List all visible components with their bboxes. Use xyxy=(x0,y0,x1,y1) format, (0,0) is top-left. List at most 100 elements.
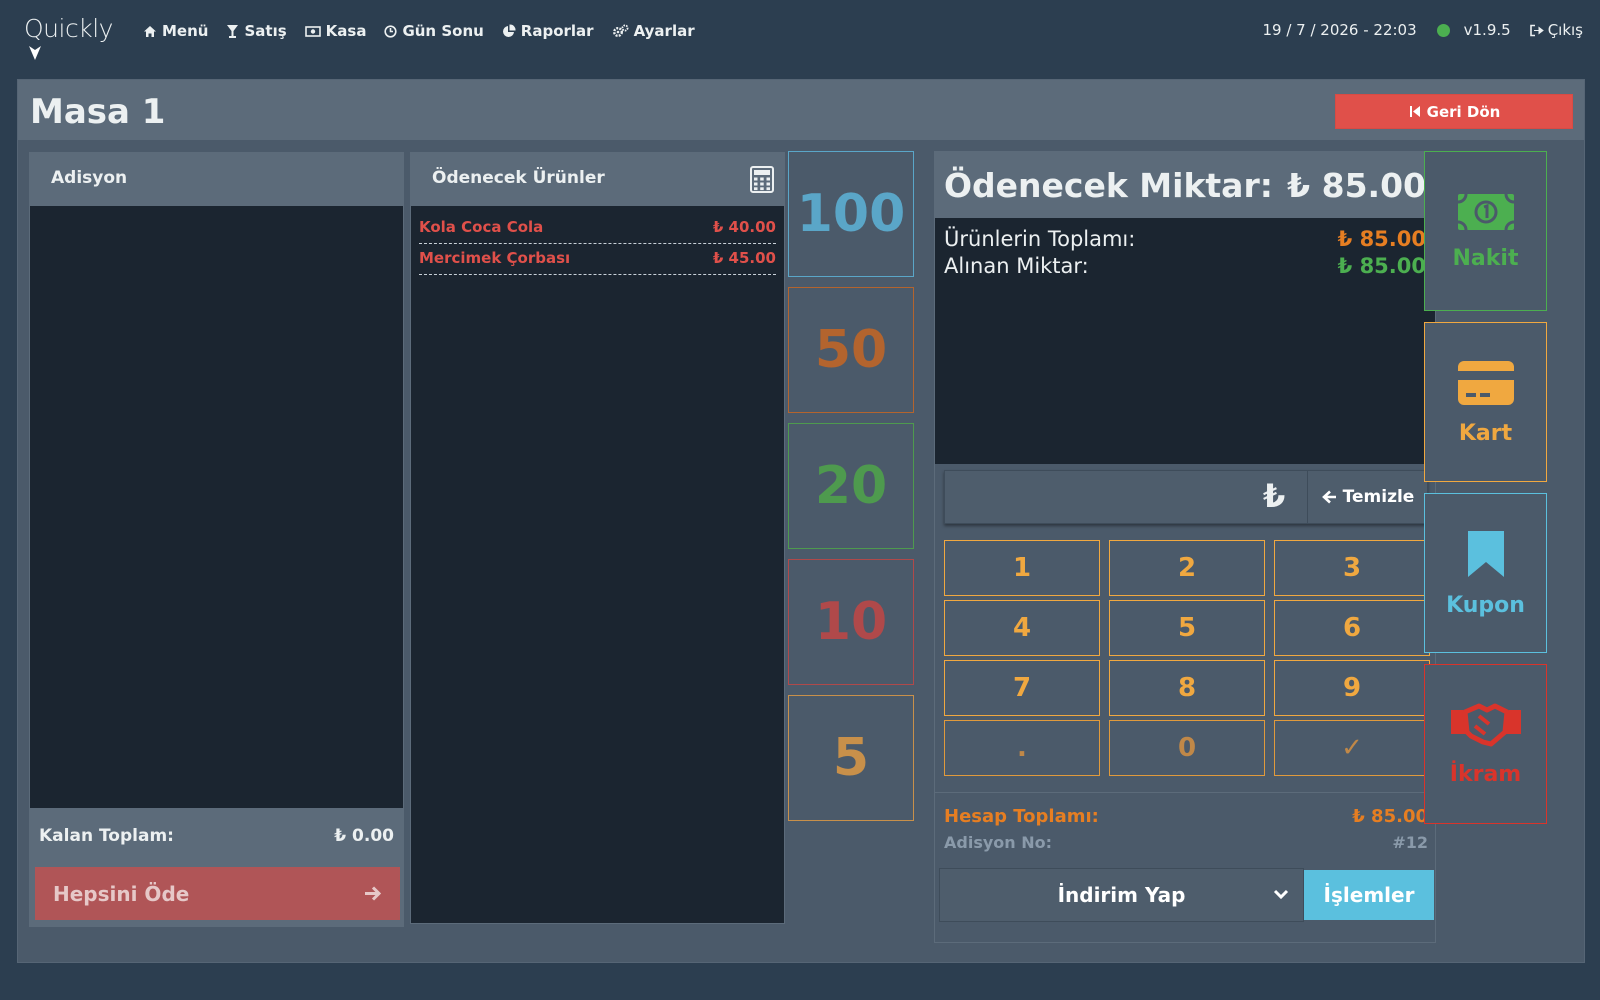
items-to-pay-header: Ödenecek Ürünler xyxy=(411,153,784,206)
panel-title-bar: Masa 1 Geri Dön xyxy=(18,80,1584,142)
payment-summary: Ürünlerin Toplamı: ₺ 85.00 Alınan Miktar… xyxy=(935,218,1435,464)
nav-cash[interactable]: Kasa xyxy=(304,20,367,42)
nav-sales[interactable]: Satış xyxy=(226,20,287,42)
clear-button[interactable]: Temizle xyxy=(1307,471,1428,523)
items-to-pay-panel: Ödenecek Ürünler Kola Coca Cola ₺ 40.00 … xyxy=(410,152,785,924)
pay-all-label: Hepsini Öde xyxy=(53,881,190,906)
handshake-icon xyxy=(1450,703,1521,746)
divider xyxy=(935,792,1435,793)
quick-amount-50[interactable]: 50 xyxy=(788,287,914,413)
list-item[interactable]: Kola Coca Cola ₺ 40.00 xyxy=(419,213,776,244)
products-total-label: Ürünlerin Toplamı: xyxy=(944,227,1136,251)
cash-payment-button[interactable]: Nakit xyxy=(1424,151,1547,311)
remaining-total: Kalan Toplam: ₺ 0.00 xyxy=(39,826,394,846)
numpad-key-6[interactable]: 6 xyxy=(1274,600,1430,656)
home-icon xyxy=(144,25,156,37)
complimentary-button[interactable]: İkram xyxy=(1424,664,1547,824)
clock-icon xyxy=(384,24,398,38)
credit-card-icon xyxy=(1457,360,1514,405)
cash-payment-label: Nakit xyxy=(1452,245,1519,271)
logo-pin-icon xyxy=(29,46,41,60)
complimentary-label: İkram xyxy=(1449,761,1522,787)
nav-day-end-label: Gün Sonu xyxy=(402,22,484,40)
numpad-key-8[interactable]: 8 xyxy=(1109,660,1265,716)
numpad-key-dot[interactable]: . xyxy=(944,720,1100,776)
quick-amount-20[interactable]: 20 xyxy=(788,423,914,549)
nav-menu[interactable]: Menü xyxy=(143,20,208,42)
app-logo[interactable]: Quickly xyxy=(24,14,114,64)
adisyon-footer: Kalan Toplam: ₺ 0.00 Hepsini Öde xyxy=(29,808,404,927)
glass-icon xyxy=(227,24,239,38)
numpad-confirm-button[interactable]: ✓ xyxy=(1274,720,1430,776)
amount-input[interactable] xyxy=(945,471,1302,523)
money-icon xyxy=(304,26,321,37)
page-title: Masa 1 xyxy=(30,92,166,132)
discount-select[interactable]: İndirim Yap xyxy=(939,868,1304,922)
item-name: Mercimek Çorbası xyxy=(419,249,571,267)
logo-text: Quickly xyxy=(24,14,113,43)
discount-label: İndirim Yap xyxy=(1057,883,1186,907)
remaining-total-value: ₺ 0.00 xyxy=(334,826,394,846)
coupon-payment-button[interactable]: Kupon xyxy=(1424,493,1547,653)
bill-total-label: Hesap Toplamı: xyxy=(944,806,1099,827)
quick-amount-label: 20 xyxy=(814,456,888,516)
quick-amount-5[interactable]: 5 xyxy=(788,695,914,821)
nav-menu-label: Menü xyxy=(162,22,209,40)
numpad-key-9[interactable]: 9 xyxy=(1274,660,1430,716)
quick-amount-label: 50 xyxy=(814,320,888,380)
chevron-down-icon xyxy=(1273,889,1289,900)
item-name: Kola Coca Cola xyxy=(419,218,544,236)
item-price: ₺ 45.00 xyxy=(712,249,776,267)
logout-label: Çıkış xyxy=(1547,21,1583,39)
adisyon-list-panel: Adisyon xyxy=(29,152,404,816)
arrow-left-icon xyxy=(1321,490,1336,504)
bill-total-value: ₺ 85.00 xyxy=(1352,806,1428,827)
arrow-right-icon xyxy=(365,886,382,901)
bill-no-line: Adisyon No: #12 xyxy=(944,830,1428,856)
numpad-key-3[interactable]: 3 xyxy=(1274,540,1430,596)
nav-settings-label: Ayarlar xyxy=(633,22,695,40)
back-button-label: Geri Dön xyxy=(1426,102,1501,121)
numpad: 1 2 3 4 5 6 7 8 9 . 0 ✓ xyxy=(944,540,1430,776)
quick-amount-label: 100 xyxy=(796,184,906,244)
back-button[interactable]: Geri Dön xyxy=(1335,94,1573,129)
quick-amount-100[interactable]: 100 xyxy=(788,151,914,277)
numpad-key-7[interactable]: 7 xyxy=(944,660,1100,716)
bill-total-line: Hesap Toplamı: ₺ 85.00 xyxy=(944,804,1428,830)
cash-icon xyxy=(1457,193,1514,230)
products-total-value: ₺ 85.00 xyxy=(1337,227,1426,251)
list-item[interactable]: Mercimek Çorbası ₺ 45.00 xyxy=(419,244,776,275)
nav-cash-label: Kasa xyxy=(325,22,367,40)
remaining-total-label: Kalan Toplam: xyxy=(39,826,174,846)
received-amount-line: Alınan Miktar: ₺ 85.00 xyxy=(944,253,1426,280)
quick-amount-label: 5 xyxy=(832,728,870,788)
nav-day-end[interactable]: Gün Sonu xyxy=(384,20,484,42)
gears-icon xyxy=(612,24,629,37)
coupon-payment-label: Kupon xyxy=(1446,592,1525,618)
nav-reports-label: Raporlar xyxy=(520,22,594,40)
card-payment-button[interactable]: Kart xyxy=(1424,322,1547,482)
numpad-key-1[interactable]: 1 xyxy=(944,540,1100,596)
quick-amount-label: 10 xyxy=(814,592,888,652)
amount-input-group: ₺ Temizle xyxy=(944,470,1428,524)
numpad-key-0[interactable]: 0 xyxy=(1109,720,1265,776)
calculator-icon[interactable] xyxy=(750,166,774,193)
numpad-key-2[interactable]: 2 xyxy=(1109,540,1265,596)
quick-amount-10[interactable]: 10 xyxy=(788,559,914,685)
received-amount-label: Alınan Miktar: xyxy=(944,254,1089,278)
connection-status-dot xyxy=(1436,23,1450,37)
payment-title: Ödenecek Miktar: xyxy=(944,165,1273,205)
adisyon-header: Adisyon xyxy=(30,153,403,206)
lira-icon: ₺ xyxy=(1263,477,1286,515)
logout-button[interactable]: Çıkış xyxy=(1529,21,1583,39)
item-price: ₺ 40.00 xyxy=(712,218,776,236)
numpad-key-5[interactable]: 5 xyxy=(1109,600,1265,656)
nav-settings[interactable]: Ayarlar xyxy=(612,20,695,42)
bill-no-value: #12 xyxy=(1392,833,1428,852)
payment-amount: ₺ 85.00 xyxy=(1287,165,1426,205)
pay-all-button[interactable]: Hepsini Öde xyxy=(35,867,400,920)
numpad-key-4[interactable]: 4 xyxy=(944,600,1100,656)
nav-reports[interactable]: Raporlar xyxy=(502,20,594,42)
payment-header: Ödenecek Miktar: ₺ 85.00 xyxy=(935,152,1435,218)
operations-button[interactable]: İşlemler xyxy=(1304,870,1434,920)
